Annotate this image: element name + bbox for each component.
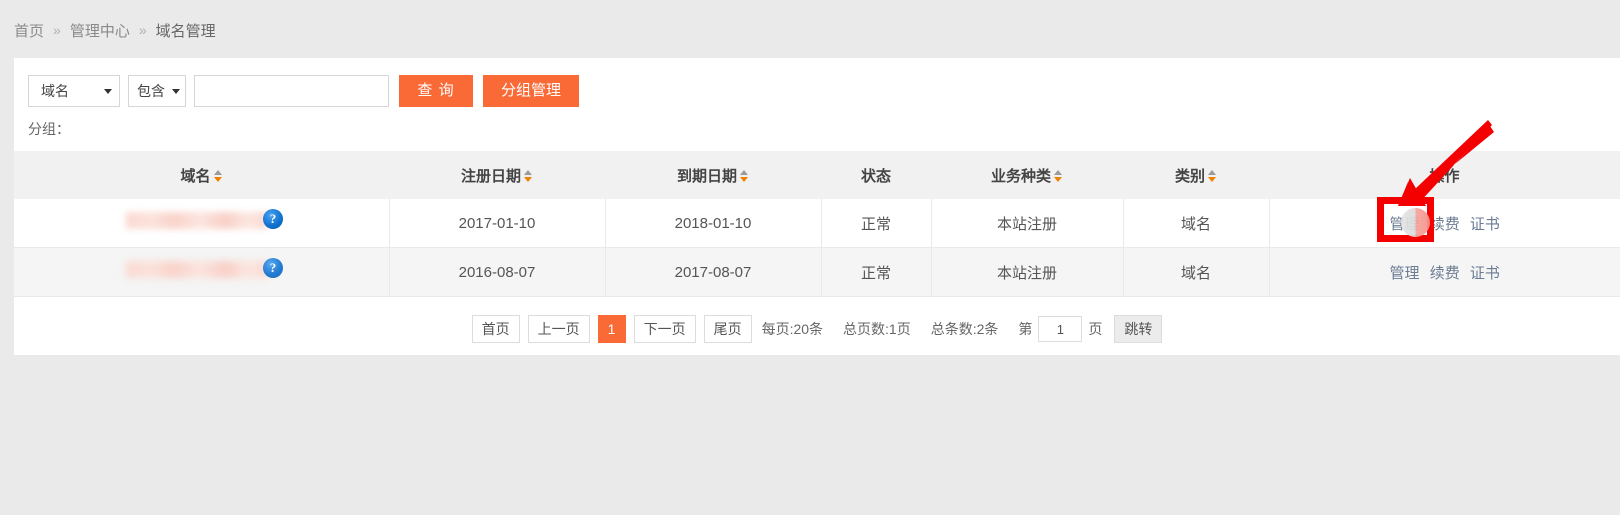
cell-register-date: 2016-08-07 <box>389 247 606 297</box>
cell-expire-date: 2018-01-10 <box>605 199 822 248</box>
sort-icon[interactable] <box>1208 170 1217 182</box>
cell-status: 正常 <box>821 199 932 248</box>
pagination: 首页 上一页 1 下一页 尾页 每页:20条 总页数:1页 总条数:2条 第 页… <box>14 315 1620 343</box>
search-match-select-value: 包含 <box>137 83 165 99</box>
breadcrumb-separator-icon: » <box>53 22 61 38</box>
column-header-domain[interactable]: 域名 <box>14 151 389 199</box>
pagination-jump-prefix-label: 第 <box>1018 321 1033 337</box>
chevron-down-icon <box>104 89 112 94</box>
search-button[interactable]: 查 询 <box>399 75 473 107</box>
pagination-jump-input[interactable] <box>1038 316 1083 342</box>
table-header-row: 域名 注册日期 到期日期 状态 业务种类 类别 操作 <box>14 151 1620 199</box>
column-header-expire-date[interactable]: 到期日期 <box>605 151 821 199</box>
pagination-per-page-info: 每页:20条 <box>761 321 824 337</box>
breadcrumb-item-management-center[interactable]: 管理中心 <box>70 20 130 41</box>
sort-icon[interactable] <box>740 170 749 182</box>
pagination-jump-button[interactable]: 跳转 <box>1114 315 1163 343</box>
question-help-icon[interactable]: ? <box>263 209 283 229</box>
breadcrumb: 首页 » 管理中心 » 域名管理 <box>0 0 1620 60</box>
domain-management-panel: 域名 包含 查 询 分组管理 分组： 域名 注册日期 到期日期 状态 业务种类 … <box>14 58 1620 355</box>
renew-link[interactable]: 续费 <box>1430 216 1460 233</box>
redacted-domain-name <box>126 261 268 278</box>
domain-table: 域名 注册日期 到期日期 状态 业务种类 类别 操作 ? 2017-01-10 … <box>14 151 1620 297</box>
breadcrumb-item-home[interactable]: 首页 <box>14 20 44 41</box>
pagination-total-pages-info: 总页数:1页 <box>843 321 911 337</box>
cell-status: 正常 <box>821 247 932 297</box>
cell-category: 域名 <box>1123 199 1270 248</box>
pagination-page-1-button[interactable]: 1 <box>597 315 626 343</box>
pagination-first-button[interactable]: 首页 <box>471 315 520 343</box>
cell-category: 域名 <box>1123 247 1270 297</box>
certificate-link[interactable]: 证书 <box>1470 265 1500 282</box>
question-help-icon[interactable]: ? <box>263 258 283 278</box>
breadcrumb-separator-icon: » <box>138 22 147 38</box>
certificate-link[interactable]: 证书 <box>1470 216 1500 233</box>
chevron-down-icon <box>172 89 180 94</box>
pagination-total-records-info: 总条数:2条 <box>930 321 999 337</box>
column-header-status: 状态 <box>821 151 931 199</box>
column-header-business-type[interactable]: 业务种类 <box>931 151 1123 199</box>
column-header-register-date[interactable]: 注册日期 <box>389 151 605 199</box>
domain-table-header: 域名 注册日期 到期日期 状态 业务种类 类别 操作 <box>14 151 1620 199</box>
cell-business-type: 本站注册 <box>931 247 1124 297</box>
pagination-prev-button[interactable]: 上一页 <box>527 315 590 343</box>
cell-business-type: 本站注册 <box>931 199 1124 248</box>
search-toolbar: 域名 包含 查 询 分组管理 <box>14 58 1620 107</box>
sort-icon[interactable] <box>524 170 533 182</box>
group-manage-button[interactable]: 分组管理 <box>483 75 579 107</box>
column-header-operations: 操作 <box>1269 151 1620 199</box>
renew-link[interactable]: 续费 <box>1430 265 1460 282</box>
sort-icon[interactable] <box>213 170 223 182</box>
redacted-domain-name <box>126 212 268 229</box>
search-match-select[interactable]: 包含 <box>128 75 186 107</box>
cell-operations: 管理 续费 证书 <box>1269 247 1620 297</box>
search-keyword-input[interactable] <box>194 75 389 107</box>
group-filter-label: 分组： <box>28 121 70 137</box>
cell-expire-date: 2017-08-07 <box>605 247 822 297</box>
pagination-next-button[interactable]: 下一页 <box>633 315 696 343</box>
domain-table-body: ? 2017-01-10 2018-01-10 正常 本站注册 域名 管理 续费… <box>14 199 1620 297</box>
table-row: ? 2016-08-07 2017-08-07 正常 本站注册 域名 管理 续费… <box>14 247 1620 297</box>
cell-domain: ? <box>14 199 390 248</box>
cell-operations: 管理 续费 证书 <box>1269 199 1620 248</box>
table-row: ? 2017-01-10 2018-01-10 正常 本站注册 域名 管理 续费… <box>14 199 1620 248</box>
breadcrumb-item-domain-management: 域名管理 <box>155 22 216 40</box>
cell-register-date: 2017-01-10 <box>389 199 606 248</box>
pagination-jump-suffix-label: 页 <box>1088 321 1103 337</box>
cell-domain: ? <box>14 247 390 297</box>
pagination-last-button[interactable]: 尾页 <box>703 315 752 343</box>
column-header-category[interactable]: 类别 <box>1123 151 1269 199</box>
sort-icon[interactable] <box>1054 170 1063 182</box>
search-field-select[interactable]: 域名 <box>28 75 120 107</box>
manage-link[interactable]: 管理 <box>1390 216 1420 233</box>
search-field-select-value: 域名 <box>41 83 69 99</box>
manage-link[interactable]: 管理 <box>1390 265 1420 282</box>
